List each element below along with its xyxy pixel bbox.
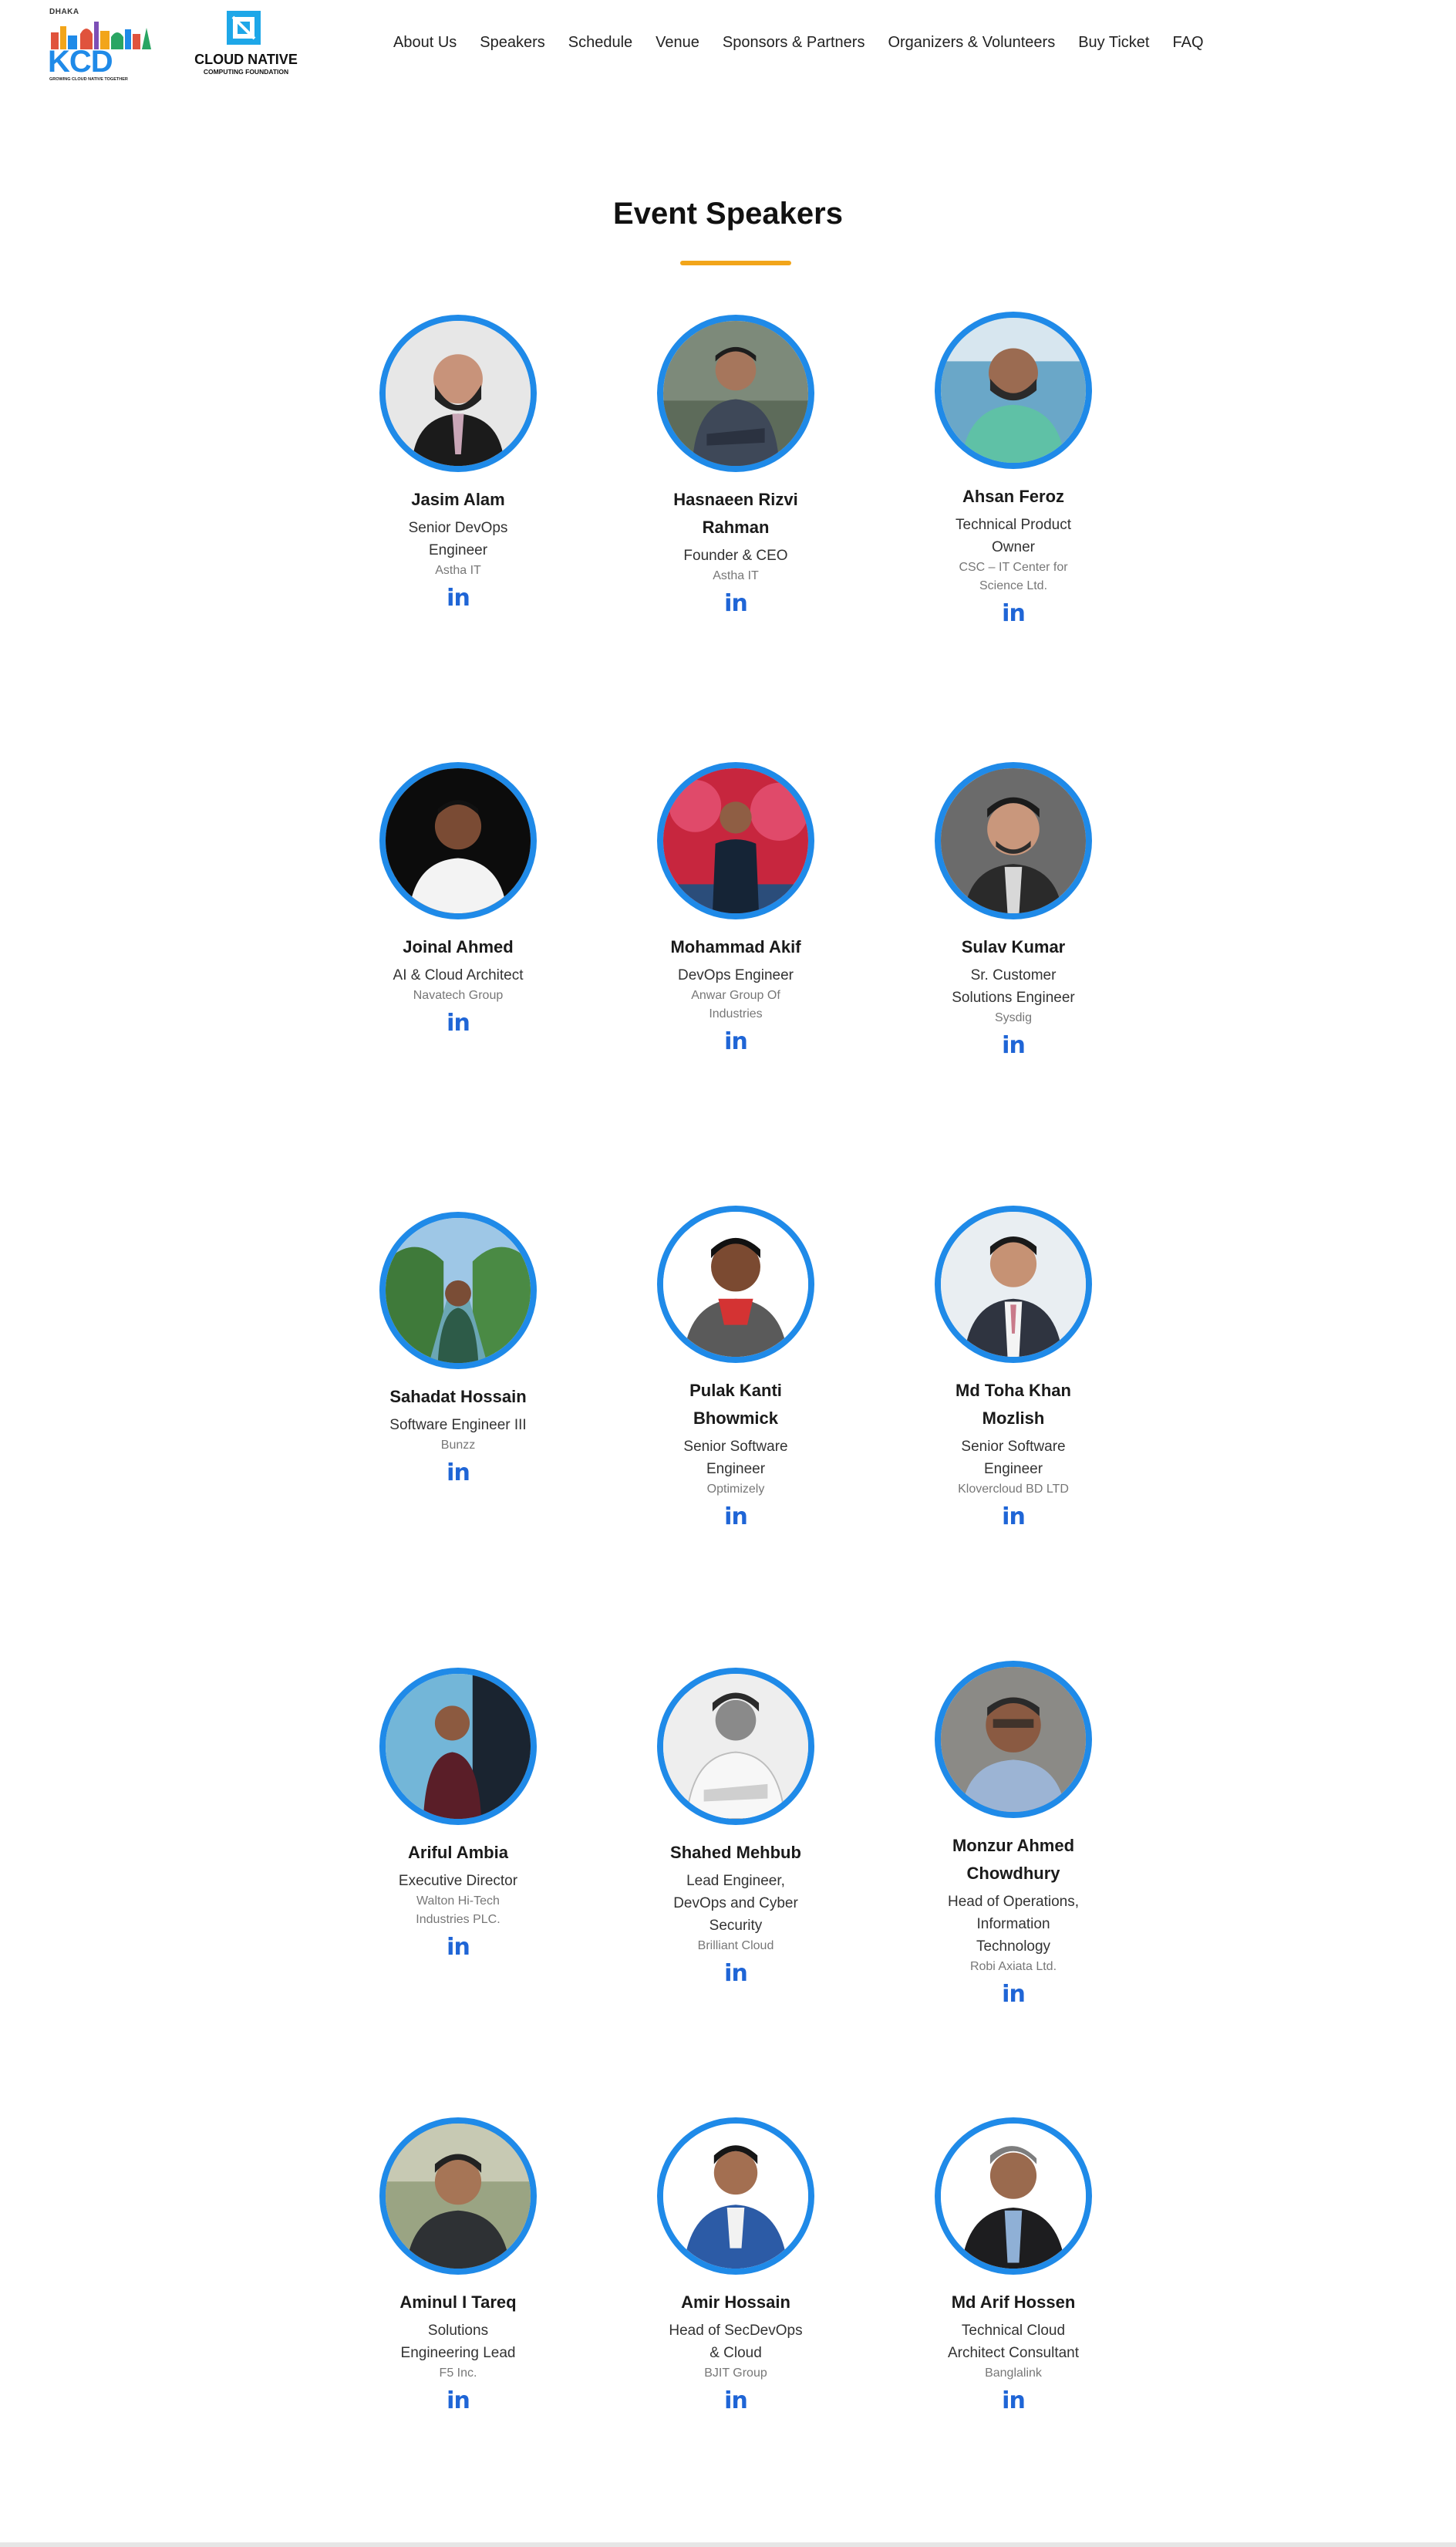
speaker-company: Robi Axiata Ltd. bbox=[969, 1960, 1057, 1973]
speaker-name: Joinal Ahmed bbox=[403, 937, 514, 956]
speaker-card: Md Arif Hossen Technical Cloud Architect… bbox=[905, 2117, 1121, 2415]
speaker-photo bbox=[379, 2117, 537, 2275]
speaker-name: Mohammad Akif bbox=[670, 937, 801, 956]
speaker-photo bbox=[935, 1206, 1092, 1363]
speaker-photo bbox=[657, 1668, 814, 1825]
speaker-grid: Jasim Alam Senior DevOps Engineer Astha … bbox=[0, 0, 1456, 2547]
linkedin-icon[interactable]: in bbox=[724, 1503, 748, 1531]
speaker-card: Sulav Kumar Sr. Customer Solutions Engin… bbox=[905, 762, 1121, 1060]
speaker-company: Astha IT bbox=[713, 569, 759, 582]
speaker-company: Navatech Group bbox=[413, 989, 504, 1002]
speaker-company: Anwar Group Of Industries bbox=[691, 989, 780, 1020]
speaker-photo bbox=[657, 762, 814, 919]
speaker-photo bbox=[935, 762, 1092, 919]
speaker-card: Sahadat Hossain Software Engineer III Bu… bbox=[350, 1212, 566, 1487]
speaker-card: Aminul I Tareq Solutions Engineering Lea… bbox=[350, 2117, 566, 2415]
speaker-role: Founder & CEO bbox=[683, 548, 788, 564]
speaker-role: Senior Software Engineer bbox=[683, 1439, 788, 1477]
speaker-card: Amir Hossain Head of SecDevOps & Cloud B… bbox=[628, 2117, 844, 2415]
speaker-photo bbox=[935, 312, 1092, 469]
footer-divider bbox=[0, 2542, 1456, 2547]
speaker-name: Ariful Ambia bbox=[408, 1843, 508, 1862]
linkedin-icon[interactable]: in bbox=[724, 590, 748, 618]
linkedin-icon[interactable]: in bbox=[447, 585, 470, 612]
speaker-name: Monzur Ahmed Chowdhury bbox=[952, 1836, 1075, 1883]
speaker-role: Senior Software Engineer bbox=[961, 1439, 1066, 1477]
linkedin-icon[interactable]: in bbox=[1002, 1032, 1026, 1060]
linkedin-icon[interactable]: in bbox=[1002, 1503, 1026, 1531]
speaker-company: Optimizely bbox=[706, 1483, 765, 1496]
speaker-role: Senior DevOps Engineer bbox=[408, 520, 508, 558]
speaker-card: Joinal Ahmed AI & Cloud Architect Navate… bbox=[350, 762, 566, 1037]
speaker-role: Technical Product Owner bbox=[956, 517, 1071, 555]
speaker-name: Md Arif Hossen bbox=[951, 2292, 1076, 2312]
speaker-name: Pulak Kanti Bhowmick bbox=[689, 1381, 782, 1428]
speaker-role: Software Engineer III bbox=[389, 1417, 527, 1433]
speaker-card: Hasnaeen Rizvi Rahman Founder & CEO Asth… bbox=[628, 315, 844, 618]
speaker-card: Ariful Ambia Executive Director Walton H… bbox=[350, 1668, 566, 1962]
speaker-role: Technical Cloud Architect Consultant bbox=[947, 2323, 1080, 2361]
speaker-name: Amir Hossain bbox=[681, 2292, 790, 2312]
speaker-card: Mohammad Akif DevOps Engineer Anwar Grou… bbox=[628, 762, 844, 1056]
speaker-company: Banglalink bbox=[985, 2367, 1042, 2380]
speaker-role: Lead Engineer, DevOps and Cyber Security bbox=[673, 1873, 798, 1934]
speaker-company: Klovercloud BD LTD bbox=[958, 1483, 1069, 1496]
speaker-name: Shahed Mehbub bbox=[670, 1843, 801, 1862]
linkedin-icon[interactable]: in bbox=[447, 2387, 470, 2415]
speaker-name: Ahsan Feroz bbox=[962, 487, 1065, 506]
speaker-role: Head of Operations, Information Technolo… bbox=[947, 1894, 1080, 1955]
speaker-role: DevOps Engineer bbox=[678, 967, 794, 983]
speaker-role: Head of SecDevOps & Cloud bbox=[669, 2323, 803, 2361]
linkedin-icon[interactable]: in bbox=[447, 1010, 470, 1037]
speaker-company: Walton Hi-Tech Industries PLC. bbox=[416, 1894, 501, 1926]
speaker-card: Pulak Kanti Bhowmick Senior Software Eng… bbox=[628, 1206, 844, 1531]
speaker-card: Ahsan Feroz Technical Product Owner CSC … bbox=[905, 312, 1121, 628]
linkedin-icon[interactable]: in bbox=[724, 2387, 748, 2415]
speaker-card: Jasim Alam Senior DevOps Engineer Astha … bbox=[350, 315, 566, 612]
speaker-role: AI & Cloud Architect bbox=[393, 967, 524, 983]
speaker-company: Sysdig bbox=[994, 1011, 1033, 1024]
speaker-name: Sahadat Hossain bbox=[389, 1387, 527, 1406]
speaker-company: Bunzz bbox=[440, 1439, 476, 1452]
linkedin-icon[interactable]: in bbox=[1002, 600, 1026, 628]
speaker-role: Executive Director bbox=[398, 1873, 518, 1889]
speaker-photo bbox=[379, 1668, 537, 1825]
speaker-name: Sulav Kumar bbox=[961, 937, 1066, 956]
speaker-card: Md Toha Khan Mozlish Senior Software Eng… bbox=[905, 1206, 1121, 1531]
speaker-role: Solutions Engineering Lead bbox=[400, 2323, 516, 2361]
speaker-photo bbox=[657, 1206, 814, 1363]
speaker-card: Monzur Ahmed Chowdhury Head of Operation… bbox=[905, 1661, 1121, 2009]
linkedin-icon[interactable]: in bbox=[1002, 2387, 1026, 2415]
linkedin-icon[interactable]: in bbox=[447, 1459, 470, 1487]
speaker-name: Jasim Alam bbox=[411, 490, 505, 509]
speaker-photo bbox=[379, 315, 537, 472]
speaker-company: Brilliant Cloud bbox=[697, 1939, 774, 1952]
speaker-photo bbox=[379, 1212, 537, 1369]
speaker-photo bbox=[657, 2117, 814, 2275]
speaker-company: CSC – IT Center for Science Ltd. bbox=[959, 561, 1068, 592]
speaker-photo bbox=[657, 315, 814, 472]
speaker-name: Hasnaeen Rizvi Rahman bbox=[673, 490, 798, 537]
linkedin-icon[interactable]: in bbox=[724, 1028, 748, 1056]
speaker-card: Shahed Mehbub Lead Engineer, DevOps and … bbox=[628, 1668, 844, 1988]
speaker-photo bbox=[935, 2117, 1092, 2275]
speaker-role: Sr. Customer Solutions Engineer bbox=[952, 967, 1075, 1006]
speaker-name: Aminul I Tareq bbox=[399, 2292, 517, 2312]
linkedin-icon[interactable]: in bbox=[724, 1960, 748, 1988]
linkedin-icon[interactable]: in bbox=[1002, 1981, 1026, 2009]
speaker-company: Astha IT bbox=[435, 564, 481, 577]
speaker-company: BJIT Group bbox=[704, 2367, 767, 2380]
linkedin-icon[interactable]: in bbox=[447, 1934, 470, 1962]
speaker-photo bbox=[935, 1661, 1092, 1818]
speaker-photo bbox=[379, 762, 537, 919]
speaker-company: F5 Inc. bbox=[439, 2367, 477, 2380]
speaker-name: Md Toha Khan Mozlish bbox=[956, 1381, 1071, 1428]
